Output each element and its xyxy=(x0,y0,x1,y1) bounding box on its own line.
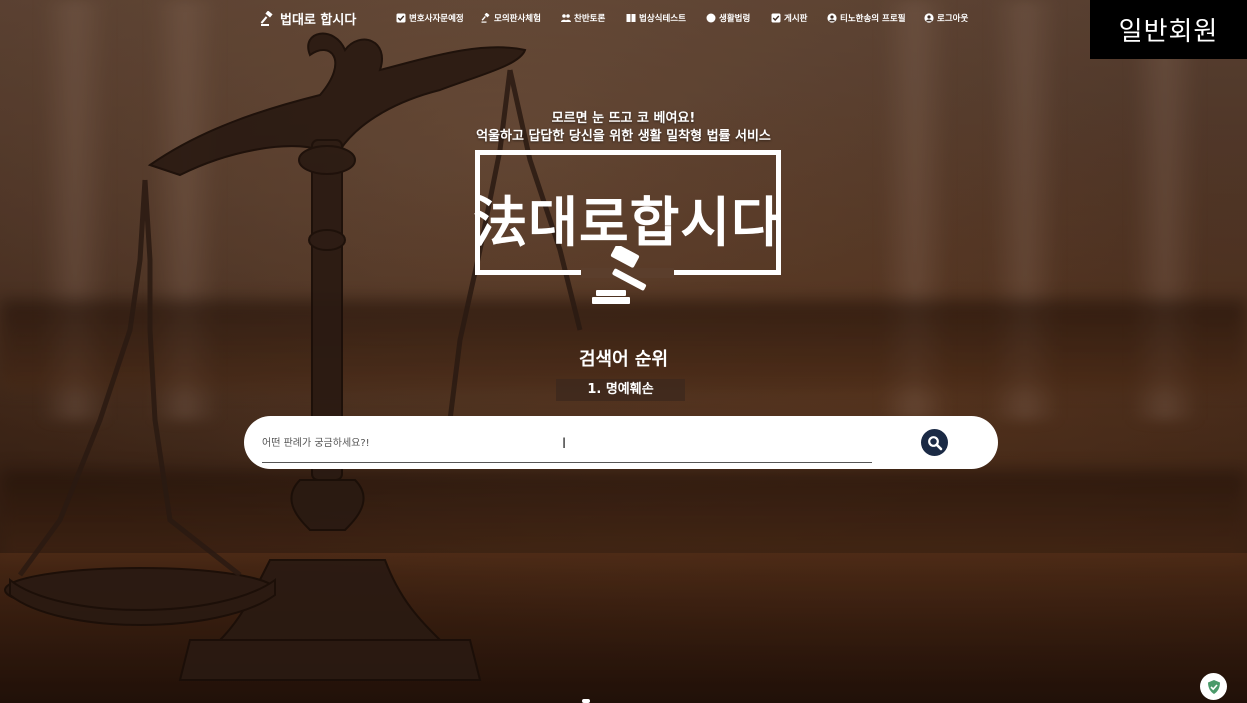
search-underline xyxy=(262,462,872,463)
check-square-icon xyxy=(396,13,406,23)
hero-tagline-1: 모르면 눈 뜨고 코 베여요! xyxy=(551,111,696,126)
gavel-icon xyxy=(260,10,273,26)
search-input[interactable] xyxy=(262,432,872,454)
gavel-icon xyxy=(481,13,490,23)
gavel-icon xyxy=(592,246,647,304)
nav-menu: 변호사자문예정 모의판사체험 찬반토론 법상식테스트 생활법령 게시판 티노한송… xyxy=(396,12,984,24)
search-icon xyxy=(927,435,942,450)
user-icon xyxy=(924,13,934,23)
scroll-indicator[interactable] xyxy=(582,699,590,703)
nav-item-law-quiz[interactable]: 법상식테스트 xyxy=(626,12,706,24)
search-button[interactable] xyxy=(921,429,948,456)
security-shield-button[interactable] xyxy=(1200,673,1227,700)
search-bar: I xyxy=(244,416,998,469)
nav-item-logout[interactable]: 로그아웃 xyxy=(924,12,984,24)
site-logo[interactable]: 법대로 합시다 xyxy=(260,9,356,28)
member-status-badge: 일반회원 xyxy=(1090,0,1247,59)
shield-icon xyxy=(1207,679,1220,694)
logo-text: 법대로 합시다 xyxy=(280,13,357,28)
search-ranking-title: 검색어 순위 xyxy=(578,349,669,370)
nav-item-debate[interactable]: 찬반토론 xyxy=(561,12,626,24)
nav-item-profile[interactable]: 티노한송의 프로필 xyxy=(827,12,924,24)
hero-tagline-2: 억울하고 답답한 당신을 위한 생활 밀착형 법률 서비스 xyxy=(476,129,771,144)
nav-item-lawyer-consult[interactable]: 변호사자문예정 xyxy=(396,12,481,24)
text-cursor-icon: I xyxy=(562,436,567,452)
nav-item-life-law[interactable]: 생활법령 xyxy=(706,12,771,24)
nav-item-board[interactable]: 게시판 xyxy=(771,12,827,24)
circle-icon xyxy=(706,13,716,23)
top-navigation: 법대로 합시다 변호사자문예정 모의판사체험 찬반토론 법상식테스트 생활법령 … xyxy=(0,0,1247,38)
check-square-icon xyxy=(771,13,781,23)
people-icon xyxy=(561,14,571,22)
book-icon xyxy=(626,14,636,22)
nav-item-mock-judge[interactable]: 모의판사체험 xyxy=(481,12,561,24)
user-icon xyxy=(827,13,837,23)
search-ranking-item[interactable]: 1. 명예훼손 xyxy=(556,379,685,401)
